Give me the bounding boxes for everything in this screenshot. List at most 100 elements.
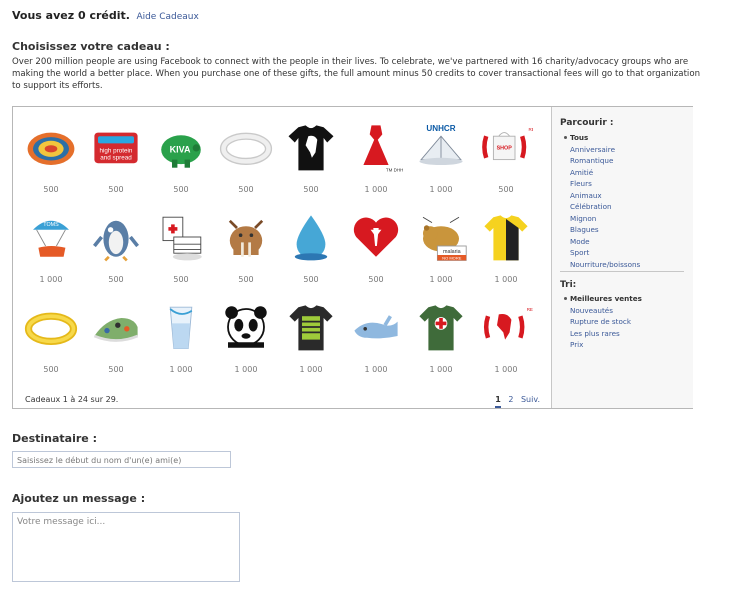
gift-image[interactable] — [89, 300, 143, 354]
gift-image[interactable]: malaria NO MORE — [414, 210, 468, 264]
message-title: Ajoutez un message : — [12, 492, 146, 505]
svg-text:KIVA: KIVA — [170, 144, 191, 154]
sort-item[interactable]: Prix — [570, 339, 642, 351]
gift-count: Cadeaux 1 à 24 sur 29. — [25, 395, 119, 404]
browse-item[interactable]: Amitié — [570, 167, 640, 179]
red-cross-tshirt-gift[interactable]: 1 000 — [411, 295, 471, 377]
white-bracelet-gift[interactable]: 500 — [216, 115, 276, 197]
heart-torch-gift[interactable]: 500 — [346, 205, 406, 287]
browse-item[interactable]: Sport — [570, 247, 640, 259]
green-graphic-tshirt-gift[interactable]: 1 000 — [281, 295, 341, 377]
penguin-gift[interactable]: 500 — [86, 205, 146, 287]
red-cross-kit-gift[interactable]: 500 — [151, 205, 211, 287]
kiva-piggy-bank-gift[interactable]: KIVA 500 — [151, 115, 211, 197]
gift-price: 500 — [108, 275, 124, 284]
page-2-link[interactable]: 2 — [508, 395, 513, 404]
gift-image[interactable] — [349, 300, 403, 354]
browse-item[interactable]: Nourriture/boissons — [570, 259, 640, 271]
woven-disc-gift[interactable]: 500 — [21, 115, 81, 197]
svg-text:malaria: malaria — [443, 249, 461, 255]
message-textarea[interactable]: Votre message ici... — [12, 512, 240, 582]
water-glass-gift[interactable]: 1 000 — [151, 295, 211, 377]
africa-tshirt-gift[interactable]: 500 — [281, 115, 341, 197]
sort-item[interactable]: Nouveautés — [570, 305, 642, 317]
gift-image[interactable]: KIVA — [154, 120, 208, 174]
gift-image[interactable] — [349, 210, 403, 264]
jersey-gift[interactable]: 1 000 — [476, 205, 536, 287]
browse-item[interactable]: Anniversaire — [570, 144, 640, 156]
gift-image[interactable] — [154, 300, 208, 354]
gift-price: 500 — [303, 185, 319, 194]
gift-image[interactable] — [154, 210, 208, 264]
sort-item[interactable]: Les plus rares — [570, 328, 642, 340]
gift-image[interactable] — [284, 300, 338, 354]
red-shop-bag-gift[interactable]: SHOP RED 500 — [476, 115, 539, 197]
svg-text:TOMS: TOMS — [43, 222, 59, 228]
gift-image[interactable] — [284, 120, 338, 174]
gift-image[interactable] — [89, 210, 143, 264]
svg-text:RED: RED — [529, 127, 534, 132]
browse-item[interactable]: Fleurs — [570, 178, 640, 190]
browse-item[interactable]: Animaux — [570, 190, 640, 202]
help-link[interactable]: Aide Cadeaux — [136, 12, 198, 22]
gift-price: 1 000 — [364, 365, 388, 374]
sidebar-separator — [560, 271, 684, 272]
gift-price: 500 — [173, 275, 189, 284]
gift-image[interactable] — [284, 210, 338, 264]
svg-text:UNHCR: UNHCR — [426, 124, 455, 133]
browse-item[interactable]: Mignon — [570, 213, 640, 225]
gift-price: 500 — [173, 185, 189, 194]
svg-text:and spread: and spread — [100, 155, 132, 162]
filter-sidebar: Parcourir : Tous Anniversaire Romantique… — [551, 107, 693, 408]
yellow-bracelet-gift[interactable]: 500 — [21, 295, 81, 377]
patterned-shoe-gift[interactable]: 500 — [86, 295, 146, 377]
whale-gift[interactable]: 1 000 — [346, 295, 406, 377]
unhcr-tent-gift[interactable]: UNHCR 1 000 — [411, 115, 471, 197]
unicef-sign-gift[interactable]: high protein and spread 500 — [86, 115, 146, 197]
gift-price: 1 000 — [299, 365, 323, 374]
recipient-input[interactable]: Saisissez le début du nom d'un(e) ami(e) — [12, 451, 231, 468]
browse-title: Parcourir : — [560, 118, 614, 128]
gift-image[interactable] — [219, 300, 273, 354]
next-page-link[interactable]: Suiv. — [521, 395, 540, 404]
gift-image[interactable]: TM DHHS — [349, 120, 406, 174]
gift-price: 1 000 — [429, 185, 453, 194]
gift-image[interactable]: SHOP RED — [479, 120, 539, 174]
browse-item[interactable]: Célébration — [570, 201, 640, 213]
walrus-gift[interactable]: 500 — [216, 205, 276, 287]
gift-image[interactable] — [414, 300, 468, 354]
sort-list: Meilleures ventes Nouveautés Rupture de … — [564, 293, 642, 351]
intro-text: Over 200 million people are using Facebo… — [12, 57, 701, 91]
recipient-title: Destinataire : — [12, 432, 97, 445]
browse-item[interactable]: Blagues — [570, 224, 640, 236]
gift-image[interactable] — [24, 120, 78, 174]
panda-gift[interactable]: 1 000 — [216, 295, 276, 377]
gift-image[interactable] — [24, 300, 78, 354]
red-dress-gift[interactable]: TM DHHS 1 000 — [346, 115, 406, 197]
toms-shoe-parachute-gift[interactable]: TOMS 1 000 — [21, 205, 81, 287]
gift-image[interactable]: UNHCR — [414, 120, 468, 174]
browse-item[interactable]: Mode — [570, 236, 640, 248]
gift-image[interactable]: high protein and spread — [89, 120, 143, 174]
gift-price: 500 — [43, 185, 59, 194]
page-1-link[interactable]: 1 — [495, 395, 501, 408]
gift-price: 500 — [368, 275, 384, 284]
gift-image[interactable]: RED — [479, 300, 537, 354]
gift-price: 500 — [238, 275, 254, 284]
red-africa-gift[interactable]: RED 1 000 — [476, 295, 537, 377]
pager: 1 2 Suiv. — [490, 395, 540, 408]
gift-image[interactable]: TOMS — [24, 210, 78, 264]
sort-item[interactable]: Rupture de stock — [570, 316, 642, 328]
gift-price: 1 000 — [39, 275, 63, 284]
browse-item[interactable]: Tous — [563, 132, 640, 144]
browse-item[interactable]: Romantique — [570, 155, 640, 167]
gift-image[interactable] — [479, 210, 533, 264]
gift-image[interactable] — [219, 210, 273, 264]
water-drop-gift[interactable]: 500 — [281, 205, 341, 287]
gift-image[interactable] — [219, 120, 273, 174]
sort-item[interactable]: Meilleures ventes — [564, 293, 642, 305]
gift-price: 500 — [43, 365, 59, 374]
credit-text: Vous avez 0 crédit. — [12, 9, 130, 22]
malaria-bear-gift[interactable]: malaria NO MORE 1 000 — [411, 205, 471, 287]
svg-text:high protein: high protein — [100, 147, 133, 154]
